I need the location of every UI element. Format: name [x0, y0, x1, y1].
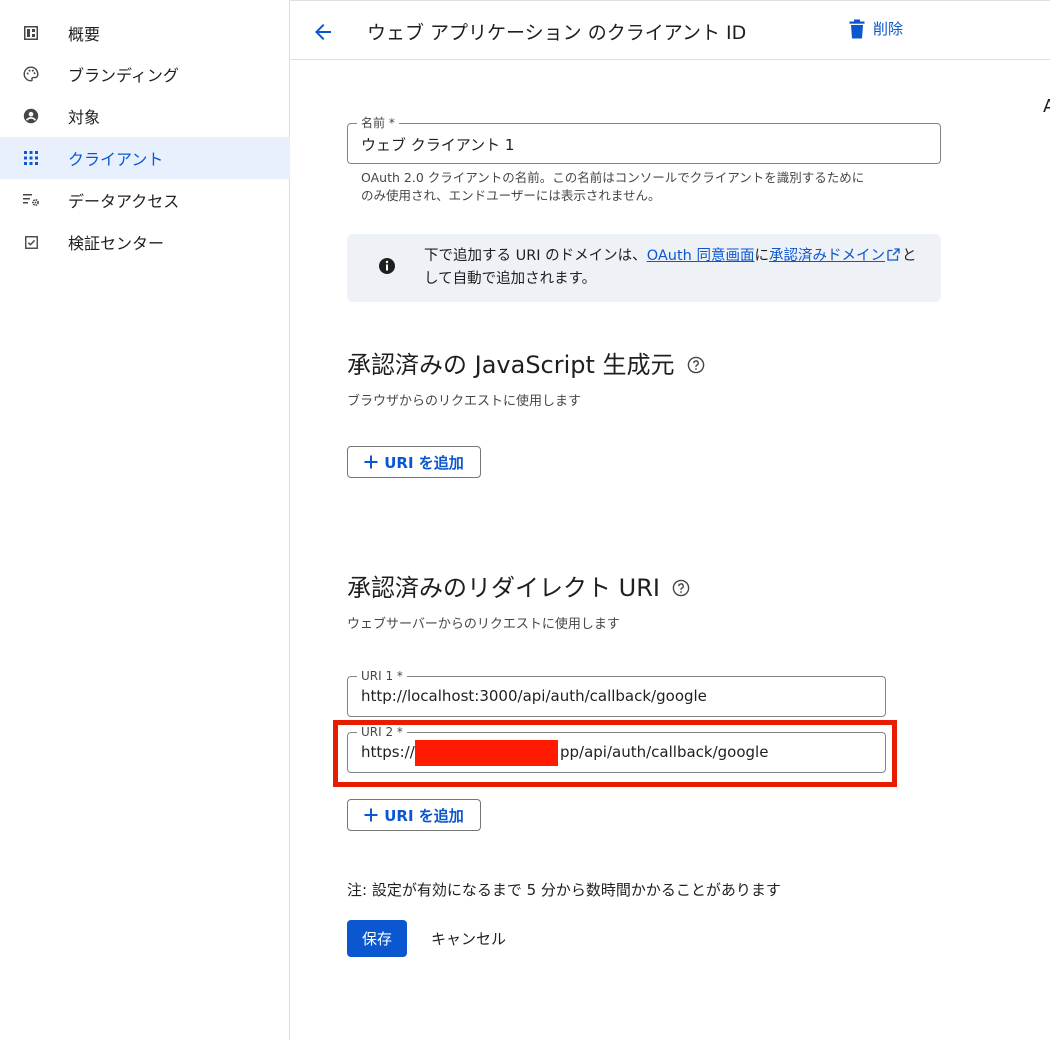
sidebar-item-clients[interactable]: クライアント — [0, 137, 290, 179]
sidebar-item-data-access[interactable]: データアクセス — [0, 179, 290, 221]
client-name-helper: OAuth 2.0 クライアントの名前。この名前はコンソールでクライアントを識別… — [361, 169, 864, 205]
dashboard-icon — [22, 24, 40, 42]
info-banner: 下で追加する URI のドメインは、OAuth 同意画面に承認済みドメイン として… — [347, 234, 941, 302]
sidebar: 概要 ブランディング 対象 クライアント データアクセス 検証センター — [0, 0, 290, 1040]
js-origins-title: 承認済みの JavaScript 生成元 — [347, 351, 675, 379]
sidebar-item-label: 対象 — [68, 108, 101, 127]
sidebar-item-audience[interactable]: 対象 — [0, 95, 290, 137]
sidebar-item-label: ブランディング — [68, 66, 179, 85]
external-link-icon — [887, 248, 900, 261]
plus-icon — [364, 455, 378, 469]
back-button[interactable] — [311, 20, 335, 44]
help-icon[interactable] — [672, 575, 690, 603]
cancel-button[interactable]: キャンセル — [431, 928, 506, 949]
authorized-domains-link[interactable]: 承認済みドメイン — [769, 248, 885, 264]
page-header: ウェブ アプリケーション のクライアント ID 削除 — [291, 0, 1050, 60]
add-js-origin-button[interactable]: URI を追加 — [347, 446, 481, 478]
trash-icon — [849, 19, 865, 38]
redirect-uris-heading: 承認済みのリダイレクト URI — [347, 568, 690, 603]
list-settings-icon — [22, 191, 40, 209]
uri1-field[interactable]: URI 1 * http://localhost:3000/api/auth/c… — [347, 668, 886, 717]
helper-line: のみ使用され、エンドユーザーには表示されません。 — [361, 188, 661, 203]
sidebar-item-branding[interactable]: ブランディング — [0, 53, 290, 95]
info-text-part: に — [754, 248, 769, 264]
clipped-side-text: A — [1043, 96, 1050, 117]
info-icon — [377, 256, 397, 276]
js-origins-subtitle: ブラウザからのリクエストに使用します — [347, 394, 582, 409]
add-js-origin-label: URI を追加 — [384, 453, 464, 472]
add-redirect-uri-button[interactable]: URI を追加 — [347, 799, 481, 831]
redirect-uris-subtitle: ウェブサーバーからのリクエストに使用します — [347, 617, 620, 632]
save-button[interactable]: 保存 — [347, 920, 407, 957]
redirect-uris-title: 承認済みのリダイレクト URI — [347, 574, 660, 602]
sidebar-item-verification-center[interactable]: 検証センター — [0, 221, 290, 263]
helper-line: OAuth 2.0 クライアントの名前。この名前はコンソールでクライアントを識別… — [361, 170, 865, 185]
checkbox-icon — [22, 233, 40, 251]
page-title: ウェブ アプリケーション のクライアント ID — [367, 22, 747, 44]
sidebar-item-label: データアクセス — [68, 192, 180, 211]
authorized-domains-link-text: 承認済みドメイン — [768, 248, 885, 264]
sidebar-item-label: クライアント — [68, 150, 164, 169]
add-redirect-uri-label: URI を追加 — [384, 806, 464, 825]
delete-label: 削除 — [873, 20, 904, 38]
uri1-label: URI 1 * — [357, 668, 407, 684]
oauth-consent-link[interactable]: OAuth 同意画面 — [647, 248, 755, 264]
settings-note: 注: 設定が有効になるまで 5 分から数時間かかることがあります — [347, 881, 781, 899]
apps-grid-icon — [22, 149, 40, 167]
client-name-field[interactable]: 名前 * ウェブ クライアント 1 — [347, 115, 941, 164]
highlight-box — [333, 720, 897, 787]
palette-icon — [22, 65, 40, 83]
help-icon[interactable] — [687, 352, 705, 380]
info-text-part: 下で追加する URI のドメインは、 — [424, 248, 647, 264]
delete-button[interactable]: 削除 — [849, 18, 903, 39]
sidebar-item-label: 概要 — [68, 25, 101, 44]
uri1-value: http://localhost:3000/api/auth/callback/… — [361, 687, 707, 705]
js-origins-heading: 承認済みの JavaScript 生成元 — [347, 345, 705, 380]
sidebar-item-overview[interactable]: 概要 — [0, 12, 290, 54]
arrow-back-icon — [315, 24, 331, 40]
info-text: 下で追加する URI のドメインは、OAuth 同意画面に承認済みドメイン として… — [424, 245, 924, 291]
plus-icon — [364, 808, 378, 822]
client-name-label: 名前 * — [357, 115, 399, 131]
client-name-value: ウェブ クライアント 1 — [361, 136, 515, 154]
sidebar-item-label: 検証センター — [68, 234, 165, 253]
account-circle-icon — [22, 107, 40, 125]
